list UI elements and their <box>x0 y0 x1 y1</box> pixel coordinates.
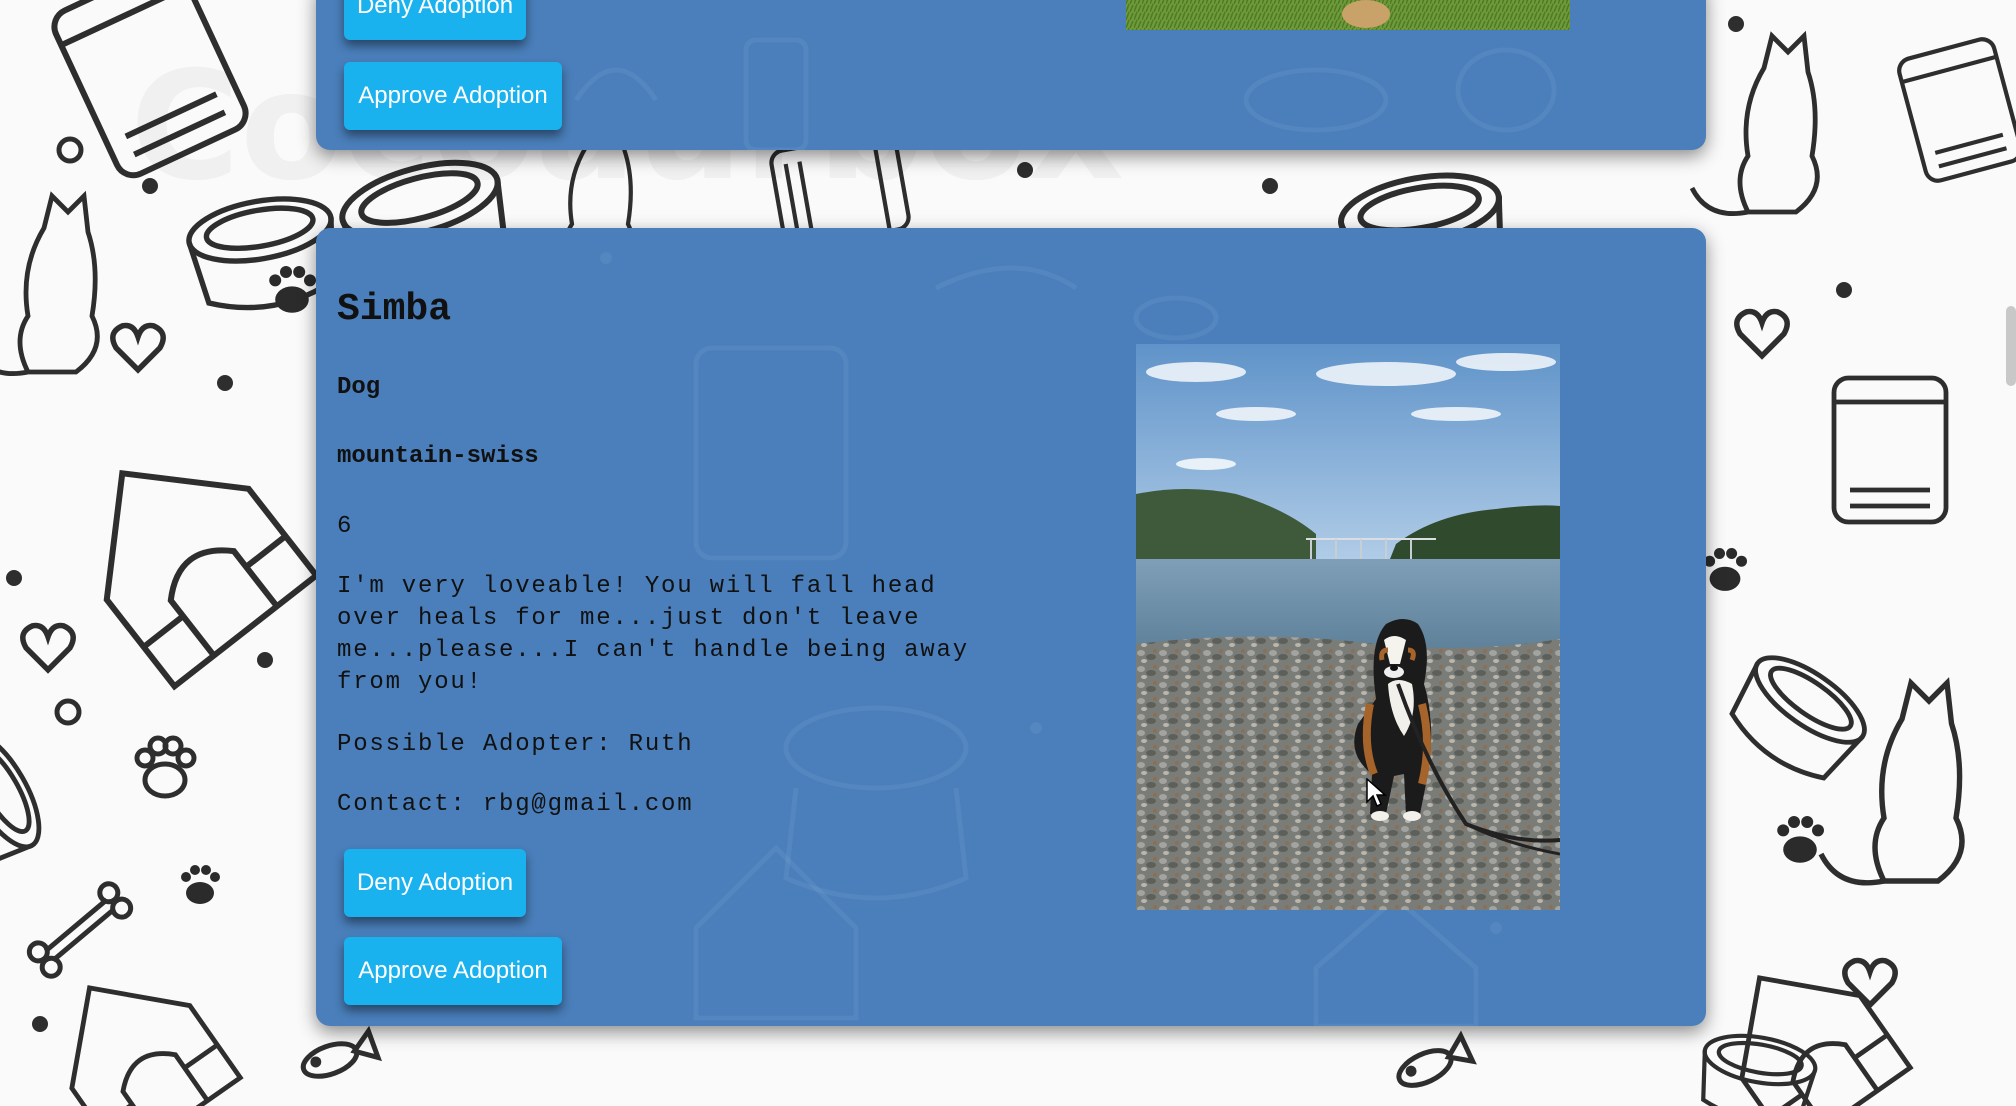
approve-adoption-button[interactable]: Approve Adoption <box>344 937 562 1005</box>
page-scrollbar[interactable] <box>2006 306 2016 386</box>
pet-photo <box>1136 344 1560 910</box>
approve-adoption-button[interactable]: Approve Adoption <box>344 62 562 130</box>
adoption-request-card: Simba Dog mountain-swiss 6 I'm very love… <box>316 228 1706 1026</box>
mouse-cursor-icon <box>1366 778 1387 808</box>
deny-adoption-button[interactable]: Deny Adoption <box>344 0 526 40</box>
previous-adoption-card: Deny Adoption Approve Adoption <box>316 0 1706 150</box>
pet-name: Simba <box>337 288 452 331</box>
possible-adopter: Possible Adopter: Ruth <box>337 731 694 758</box>
deny-adoption-button[interactable]: Deny Adoption <box>344 849 526 917</box>
pet-description: I'm very loveable! You will fall head ov… <box>337 573 969 696</box>
pet-type: Dog <box>337 374 381 401</box>
pet-age: 6 <box>337 513 352 540</box>
adopter-contact: Contact: rbg@gmail.com <box>337 791 694 818</box>
previous-pet-photo <box>1126 0 1570 30</box>
pet-breed: mountain-swiss <box>337 443 539 470</box>
